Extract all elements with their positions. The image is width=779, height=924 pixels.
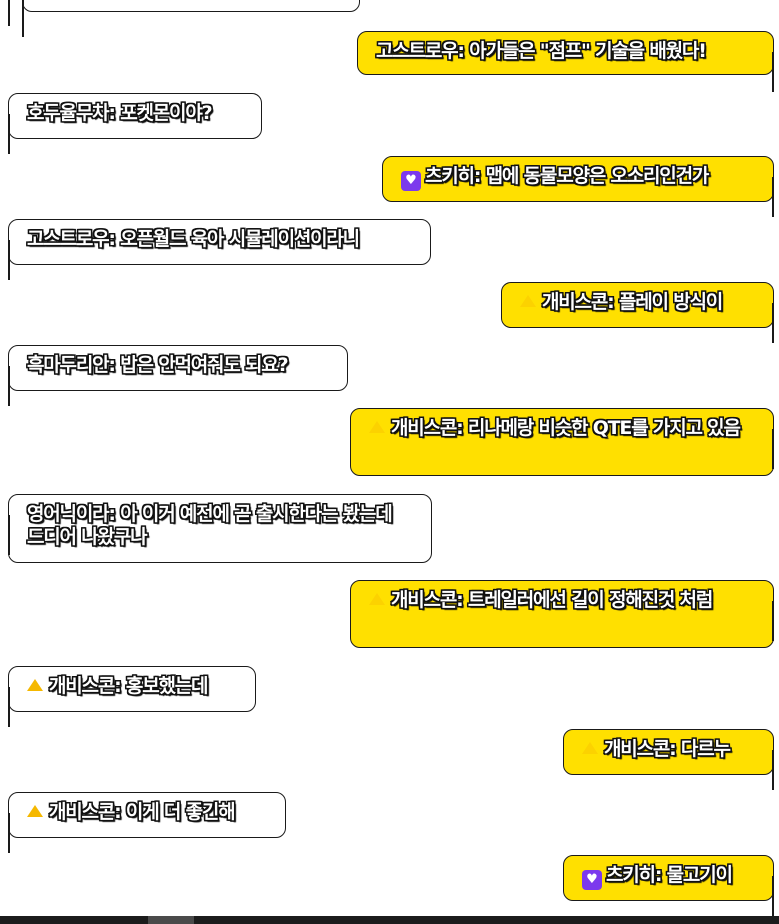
chat-message-text: 호두율무차: 포켓몬이야?: [27, 102, 213, 124]
chat-bubble-partial: · · · · · · · · ·: [22, 0, 360, 37]
chat-bubble-right: ♥ 츠키히: 맵에 동물모양은 오소리인건가: [382, 156, 774, 217]
cheese-icon: [369, 421, 385, 433]
chat-message-text: 고스트로우: 아가들은 "점프" 기술을 배웠다!: [376, 40, 707, 62]
chat-bubble-left: 개비스콘: 이게 더 좋긴해: [8, 792, 286, 853]
heart-badge-icon: ♥: [582, 870, 602, 890]
cheese-icon: [369, 593, 385, 605]
chat-message-text: 개비스콘: 리나메랑 비슷한 QTE를 가지고 있음: [391, 417, 741, 439]
cheese-icon: [27, 805, 43, 817]
bubble-edge: [8, 0, 10, 26]
chat-bubble-left: 흑마두리안: 밥은 안먹여줘도 되요?: [8, 345, 348, 406]
cheese-icon: [27, 679, 43, 691]
chat-bubble-right: 개비스콘: 트레일러에선 길이 정해진것 처럼: [350, 580, 774, 648]
cheese-icon: [582, 742, 598, 754]
chat-bubble-left: 호두율무차: 포켓몬이야?: [8, 93, 262, 154]
chat-bubble-left: 영어닉이라: 아 이거 예전에 곧 출시한다는 봤는데 드디어 나왔구나: [8, 494, 432, 563]
cheese-icon: [520, 295, 536, 307]
chat-bubble-right: 개비스콘: 플레이 방식이: [501, 282, 774, 343]
chat-bubble-right: 개비스콘: 리나메랑 비슷한 QTE를 가지고 있음: [350, 408, 774, 476]
chat-bubble-left: 고스트로우: 오픈월드 육아 시뮬레이션이라니: [8, 219, 431, 280]
chat-message-text: 츠키히: 맵에 동물모양은 오소리인건가: [425, 165, 709, 187]
chat-message-text: 흑마두리안: 밥은 안먹여줘도 되요?: [27, 354, 289, 376]
bottom-taskbar: [0, 916, 779, 924]
chat-message-text: 고스트로우: 오픈월드 육아 시뮬레이션이라니: [27, 228, 360, 250]
heart-badge-icon: ♥: [401, 171, 421, 191]
chat-bubble-left: 개비스콘: 홍보했는데: [8, 666, 256, 727]
chat-bubble-right: ♥ 츠키히: 물고기이: [563, 855, 774, 916]
chat-message-text: · · · · · · · · ·: [41, 0, 140, 3]
chat-message-text: 개비스콘: 플레이 방식이: [542, 291, 723, 313]
chat-message-text: 개비스콘: 다르누: [604, 738, 731, 760]
chat-message-text: 개비스콘: 트레일러에선 길이 정해진것 처럼: [391, 589, 713, 611]
chat-message-text: 개비스콘: 이게 더 좋긴해: [49, 801, 236, 823]
chat-message-text: 츠키히: 물고기이: [606, 864, 733, 886]
chat-bubble-right: 개비스콘: 다르누: [563, 729, 774, 790]
taskbar-item[interactable]: [148, 916, 194, 924]
chat-message-text: 개비스콘: 홍보했는데: [49, 675, 209, 697]
chat-message-text: 영어닉이라: 아 이거 예전에 곧 출시한다는 봤는데 드디어 나왔구나: [27, 503, 393, 548]
chat-bubble-right: 고스트로우: 아가들은 "점프" 기술을 배웠다!: [357, 31, 774, 92]
